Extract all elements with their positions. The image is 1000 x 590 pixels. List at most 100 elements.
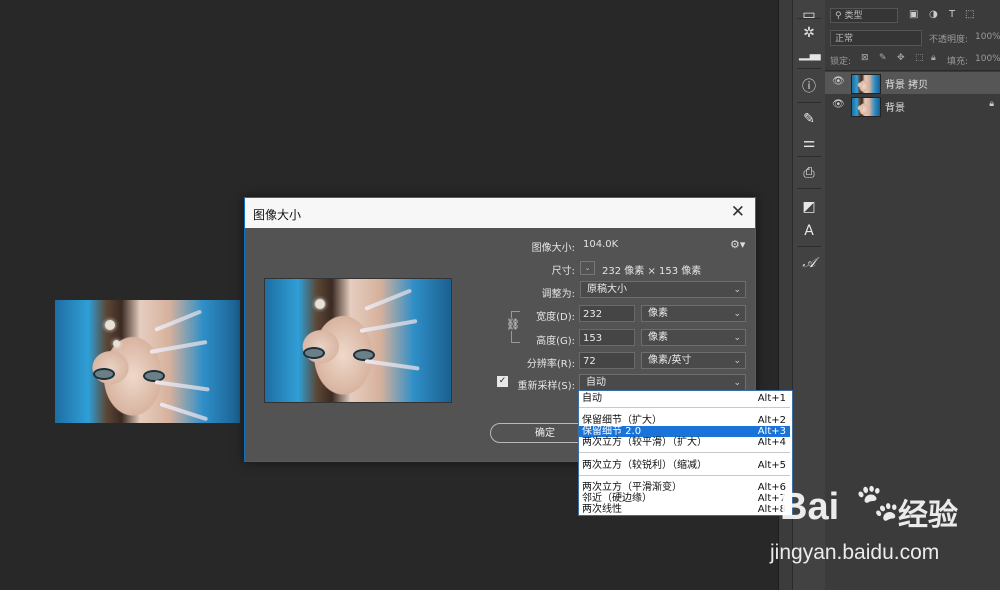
resample-value: 自动	[586, 377, 606, 388]
dialog-title: 图像大小	[253, 208, 302, 222]
resample-option[interactable]: 两次立方（平滑渐变） Alt+6	[579, 482, 790, 493]
option-label: 保留细节 2.0	[582, 426, 642, 437]
canvas-image[interactable]	[55, 300, 240, 423]
gear-icon[interactable]: ⚙▾	[730, 238, 745, 251]
divider	[825, 70, 1000, 71]
fill-value[interactable]: 100%	[975, 54, 1000, 64]
lock-row: 锁定: ⊠ ✎ ✥ ⬚ 🔒︎ 填充: 100%	[825, 51, 1000, 71]
resample-option[interactable]: 两次立方（较平滑）（扩大） Alt+4	[579, 437, 790, 448]
fit-to-select[interactable]: 原稿大小 ⌄	[580, 281, 746, 298]
divider	[797, 188, 821, 189]
layer-thumbnail	[851, 97, 881, 117]
option-label: 保留细节（扩大）	[582, 415, 662, 426]
character-icon[interactable]: A	[799, 222, 819, 240]
divider	[579, 452, 790, 453]
jewel	[315, 299, 325, 309]
visibility-eye-icon[interactable]: 👁︎	[832, 76, 845, 87]
brush-icon[interactable]: ✎	[799, 110, 819, 128]
option-label: 两次立方（平滑渐变）	[582, 482, 682, 493]
opacity-value[interactable]: 100%	[975, 32, 1000, 42]
visibility-eye-icon[interactable]: 👁︎	[832, 99, 845, 110]
divider	[797, 102, 821, 103]
history-icon[interactable]: ▭	[799, 6, 819, 24]
width-label: 宽度(D):	[536, 312, 575, 323]
height-unit-select[interactable]: 像素 ⌄	[641, 329, 746, 346]
option-shortcut: Alt+3	[757, 426, 786, 437]
paragraph-icon[interactable]: 𝒜	[799, 254, 819, 272]
resample-option[interactable]: 两次线性 Alt+8	[579, 504, 790, 515]
resample-option[interactable]: 邻近（硬边缘） Alt+7	[579, 493, 790, 504]
width-unit-select[interactable]: 像素 ⌄	[641, 305, 746, 322]
option-label: 邻近（硬边缘）	[582, 493, 652, 504]
resolution-input[interactable]: 72	[579, 352, 635, 369]
resample-select[interactable]: 自动 ⌄	[579, 374, 746, 391]
width-input[interactable]: 232	[579, 305, 635, 322]
lock-all-icon[interactable]: 🔒︎	[931, 53, 936, 63]
watermark-brand: Bai	[780, 486, 840, 528]
watermark-brand-2: 经验	[898, 498, 958, 533]
chevron-down-icon: ⌄	[733, 333, 741, 343]
type-filter-icon[interactable]: T	[949, 9, 955, 20]
resolution-value: 72	[583, 356, 596, 367]
fit-to-label: 调整为:	[541, 289, 575, 300]
preview-image[interactable]	[264, 278, 452, 403]
dimensions-value: 232 像素 × 153 像素	[602, 266, 702, 277]
layer-row-background[interactable]: 👁︎ 背景 🔒︎	[825, 95, 1000, 117]
blend-row: 正常 不透明度: 100%	[825, 29, 1000, 49]
layer-row-background-copy[interactable]: 👁︎ 背景 拷贝	[825, 72, 1000, 94]
chevron-down-icon: ⌄	[733, 356, 741, 366]
jewel	[113, 340, 120, 347]
dimensions-unit-dropdown[interactable]: ⌄	[580, 261, 595, 275]
blend-mode-select[interactable]: 正常	[830, 30, 922, 46]
nail	[154, 309, 203, 332]
jewel	[105, 320, 115, 330]
resample-option[interactable]: 两次立方（较锐利）（缩减） Alt+5	[579, 460, 790, 471]
filter-select[interactable]: ⚲ 类型	[830, 8, 898, 23]
option-shortcut: Alt+4	[757, 437, 786, 448]
resolution-unit-value: 像素/英寸	[648, 355, 692, 366]
resample-option-selected[interactable]: 保留细节 2.0 Alt+3	[579, 426, 790, 437]
nail	[359, 318, 418, 333]
swatches-icon[interactable]: ◩	[799, 198, 819, 216]
resample-option[interactable]: 自动 Alt+1	[579, 393, 790, 404]
lock-artboard-icon[interactable]: ⬚	[915, 53, 924, 63]
width-value: 232	[583, 309, 603, 320]
watermark-url: jingyan.baidu.com	[770, 541, 940, 564]
resolution-unit-select[interactable]: 像素/英寸 ⌄	[641, 352, 746, 369]
clone-source-icon[interactable]: ⎙	[799, 164, 819, 182]
height-unit-value: 像素	[648, 332, 668, 343]
height-input[interactable]: 153	[579, 329, 635, 346]
lock-brush-icon[interactable]: ✎	[879, 53, 887, 63]
adjustment-filter-icon[interactable]: ◑	[929, 9, 938, 20]
resample-option[interactable]: 保留细节（扩大） Alt+2	[579, 415, 790, 426]
option-label: 两次立方（较锐利）（缩减）	[582, 460, 707, 471]
nail	[154, 380, 210, 392]
opacity-label: 不透明度:	[929, 35, 969, 45]
levels-icon[interactable]: ▁▃	[799, 44, 821, 62]
adjustments-icon[interactable]: ⚌	[799, 134, 819, 152]
option-label: 两次立方（较平滑）（扩大）	[582, 437, 707, 448]
brush-settings-icon[interactable]: ✲	[799, 24, 819, 42]
lock-pixels-icon[interactable]: ⊠	[861, 53, 869, 63]
image-filter-icon[interactable]: ▣	[909, 9, 918, 20]
chevron-down-icon: ⌄	[733, 309, 741, 319]
nail	[364, 288, 413, 311]
divider	[797, 18, 821, 19]
close-icon[interactable]: ✕	[731, 202, 745, 222]
nail	[159, 402, 209, 422]
info-icon[interactable]: ⓘ	[799, 78, 819, 96]
lock-move-icon[interactable]: ✥	[897, 53, 905, 63]
eye	[303, 347, 325, 359]
nail	[364, 359, 420, 371]
fill-label: 填充:	[947, 57, 969, 67]
divider	[797, 68, 821, 69]
paw-icon: 🐾︎	[852, 481, 903, 527]
image-size-value: 104.0K	[583, 239, 619, 250]
option-shortcut: Alt+2	[757, 415, 786, 426]
blend-mode-value: 正常	[835, 34, 854, 44]
resample-dropdown-list: 自动 Alt+1 保留细节（扩大） Alt+2 保留细节 2.0 Alt+3 两次立方…	[578, 390, 793, 516]
layer-thumbnail	[851, 74, 881, 94]
shape-filter-icon[interactable]: ⬚	[965, 9, 974, 20]
baidu-watermark: Bai 🐾︎ 经验 jingyan.baidu.com	[770, 478, 995, 573]
option-label: 两次线性	[582, 504, 622, 515]
